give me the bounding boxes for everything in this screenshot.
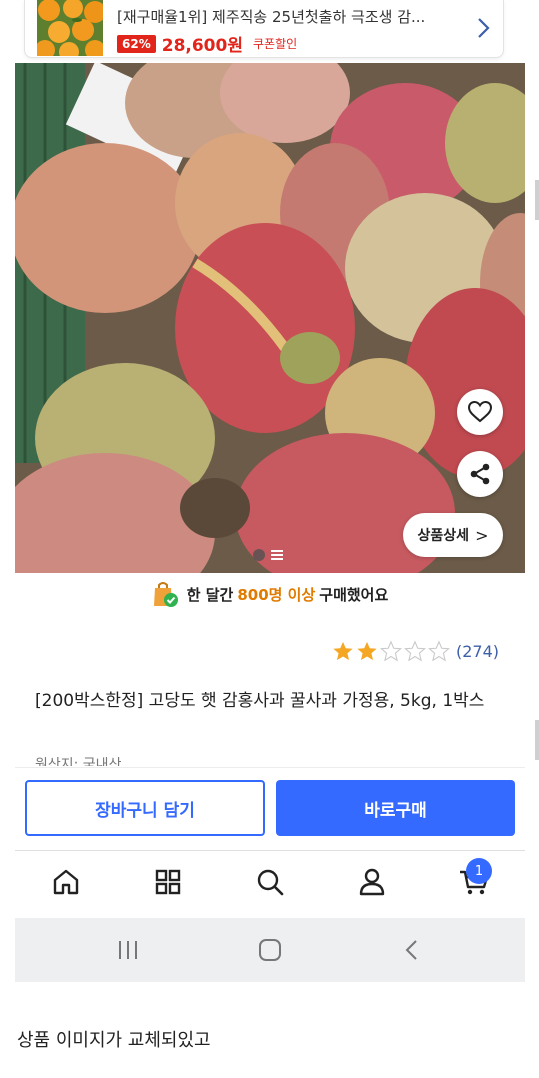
product-detail-label: 상품상세	[417, 528, 470, 544]
chevron-right-icon: >	[475, 525, 489, 545]
recent-apps-button[interactable]	[108, 936, 148, 964]
home-icon	[53, 869, 79, 895]
star-empty-icon	[427, 640, 450, 662]
promo-banner[interactable]: [재구매율1위] 제주직송 25년첫출하 극조생 감... 62% 28,600…	[24, 0, 504, 58]
system-home-button[interactable]	[250, 936, 290, 964]
coupon-label: 쿠폰할인	[252, 37, 298, 51]
scroll-indicator	[535, 180, 539, 220]
purchase-suffix: 구매했어요	[319, 585, 389, 604]
origin-info: 원산지: 국내산	[35, 757, 122, 766]
cart-count-badge: 1	[466, 858, 492, 884]
shopping-bag-icon	[151, 580, 179, 608]
star-filled-icon	[333, 641, 353, 661]
share-button[interactable]	[457, 451, 503, 497]
product-detail-button[interactable]: 상품상세 >	[403, 513, 503, 557]
product-title: [200박스한정] 고당도 햇 감홍사과 꿀사과 가정용, 5kg, 1박스	[35, 691, 485, 711]
share-icon	[470, 463, 490, 485]
promo-price-row: 62% 28,600원 쿠폰할인	[117, 31, 297, 56]
buy-now-button[interactable]: 바로구매	[276, 780, 515, 836]
home-square-icon	[259, 939, 281, 961]
wishlist-button[interactable]	[457, 389, 503, 435]
purchase-count-banner: 한 달간 800명 이상 구매했어요	[0, 580, 539, 608]
star-rating	[332, 640, 450, 662]
caption-text: 상품 이미지가 교체되있고	[17, 1030, 211, 1051]
discount-badge: 62%	[117, 34, 156, 53]
bottom-tab-bar	[15, 850, 525, 914]
promo-title[interactable]: [재구매율1위] 제주직송 25년첫출하 극조생 감...	[117, 6, 467, 27]
purchase-count: 800명 이상	[237, 585, 316, 604]
scroll-indicator	[535, 720, 539, 760]
add-to-cart-button[interactable]: 장바구니 담기	[25, 780, 265, 836]
pager-grid-icon[interactable]	[271, 550, 283, 560]
heart-icon	[467, 400, 493, 423]
system-nav-bar	[15, 918, 525, 982]
star-empty-icon	[403, 640, 426, 662]
tab-my-page[interactable]	[355, 865, 389, 899]
product-image[interactable]: 상품상세 >	[15, 63, 525, 573]
tab-search[interactable]	[253, 865, 287, 899]
purchase-prefix: 한 달간	[186, 585, 234, 604]
search-icon	[257, 869, 284, 896]
review-count[interactable]: (274)	[456, 642, 499, 661]
promo-price: 28,600원	[161, 36, 243, 56]
star-empty-icon	[379, 640, 402, 662]
tab-home[interactable]	[49, 865, 83, 899]
star-filled-icon	[357, 641, 377, 661]
grid-icon	[155, 869, 181, 895]
promo-thumbnail	[37, 0, 103, 56]
action-bar: 장바구니 담기 바로구매	[15, 767, 525, 849]
back-icon	[405, 940, 417, 960]
pager-dot-active[interactable]	[253, 549, 265, 561]
user-icon	[359, 868, 385, 896]
chevron-right-icon[interactable]	[473, 16, 493, 40]
rating[interactable]: (274)	[332, 640, 499, 662]
image-pager[interactable]	[253, 549, 283, 561]
system-back-button[interactable]	[392, 936, 432, 964]
tab-category[interactable]	[151, 865, 185, 899]
recent-apps-icon	[119, 941, 137, 959]
